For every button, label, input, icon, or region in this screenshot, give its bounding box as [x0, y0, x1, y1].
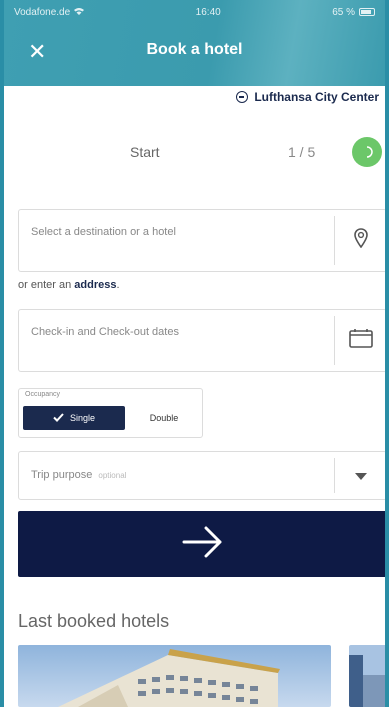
hotel-card[interactable]: [18, 645, 331, 707]
last-booked-title: Last booked hotels: [18, 611, 170, 631]
app-frame: Vodafone.de 16:40 65 % ✕ Book a hotel Lu…: [0, 0, 389, 707]
occupancy-double-label: Double: [149, 413, 179, 423]
occupancy-single-option[interactable]: Single: [23, 406, 125, 430]
address-link[interactable]: address: [74, 279, 116, 291]
title-bar: ✕ Book a hotel: [4, 24, 385, 86]
hotel-image: [349, 645, 385, 707]
lufthansa-logo-icon: [236, 91, 249, 103]
trip-purpose-dropdown[interactable]: [334, 458, 385, 493]
close-icon[interactable]: ✕: [28, 40, 46, 65]
top-bar: Vodafone.de 16:40 65 % ✕ Book a hotel: [4, 0, 385, 86]
location-button[interactable]: [334, 216, 385, 265]
dates-field[interactable]: Check-in and Check-out dates: [18, 309, 385, 372]
next-button[interactable]: [18, 511, 385, 577]
step-label: Start: [130, 144, 160, 160]
wifi-icon: [74, 7, 85, 18]
calendar-button[interactable]: [334, 316, 385, 365]
page-title: Book a hotel: [146, 41, 243, 58]
hotel-card[interactable]: [349, 645, 385, 707]
address-hint-suffix: .: [116, 279, 120, 291]
hotel-image: [18, 645, 331, 707]
trip-purpose-select[interactable]: Trip purpose optional: [18, 451, 385, 500]
occupancy-single-label: Single: [69, 413, 96, 423]
location-pin-icon: [353, 228, 368, 253]
occupancy-selector: Occupancy Single Double: [18, 388, 203, 438]
arrow-right-icon: [182, 526, 224, 563]
status-bar: Vodafone.de 16:40 65 %: [4, 0, 385, 24]
brand-name: Lufthansa City Center: [254, 90, 379, 104]
destination-placeholder: Select a destination or a hotel: [31, 226, 176, 238]
occupancy-double-option[interactable]: Double: [129, 406, 199, 430]
carrier-name: Vodafone.de: [14, 6, 71, 18]
dates-placeholder: Check-in and Check-out dates: [31, 326, 179, 338]
step-indicator: Start 1 / 5: [4, 136, 385, 170]
brand-logo: Lufthansa City Center: [236, 86, 379, 108]
address-hint-prefix: or enter an: [18, 279, 75, 291]
destination-field[interactable]: Select a destination or a hotel: [18, 209, 385, 272]
chevron-down-icon: [354, 467, 367, 485]
occupancy-caption: Occupancy: [25, 391, 61, 398]
address-hint: or enter an address.: [18, 279, 120, 291]
battery-icon: [359, 8, 375, 16]
battery-percent: 65 %: [332, 6, 355, 18]
checkmark-icon: [53, 412, 64, 424]
step-progress-dot: [352, 137, 382, 167]
trip-purpose-label: Trip purpose optional: [31, 469, 127, 481]
calendar-icon: [348, 328, 373, 353]
status-time: 16:40: [195, 6, 221, 18]
step-count: 1 / 5: [288, 144, 316, 160]
optional-tag: optional: [98, 471, 127, 480]
